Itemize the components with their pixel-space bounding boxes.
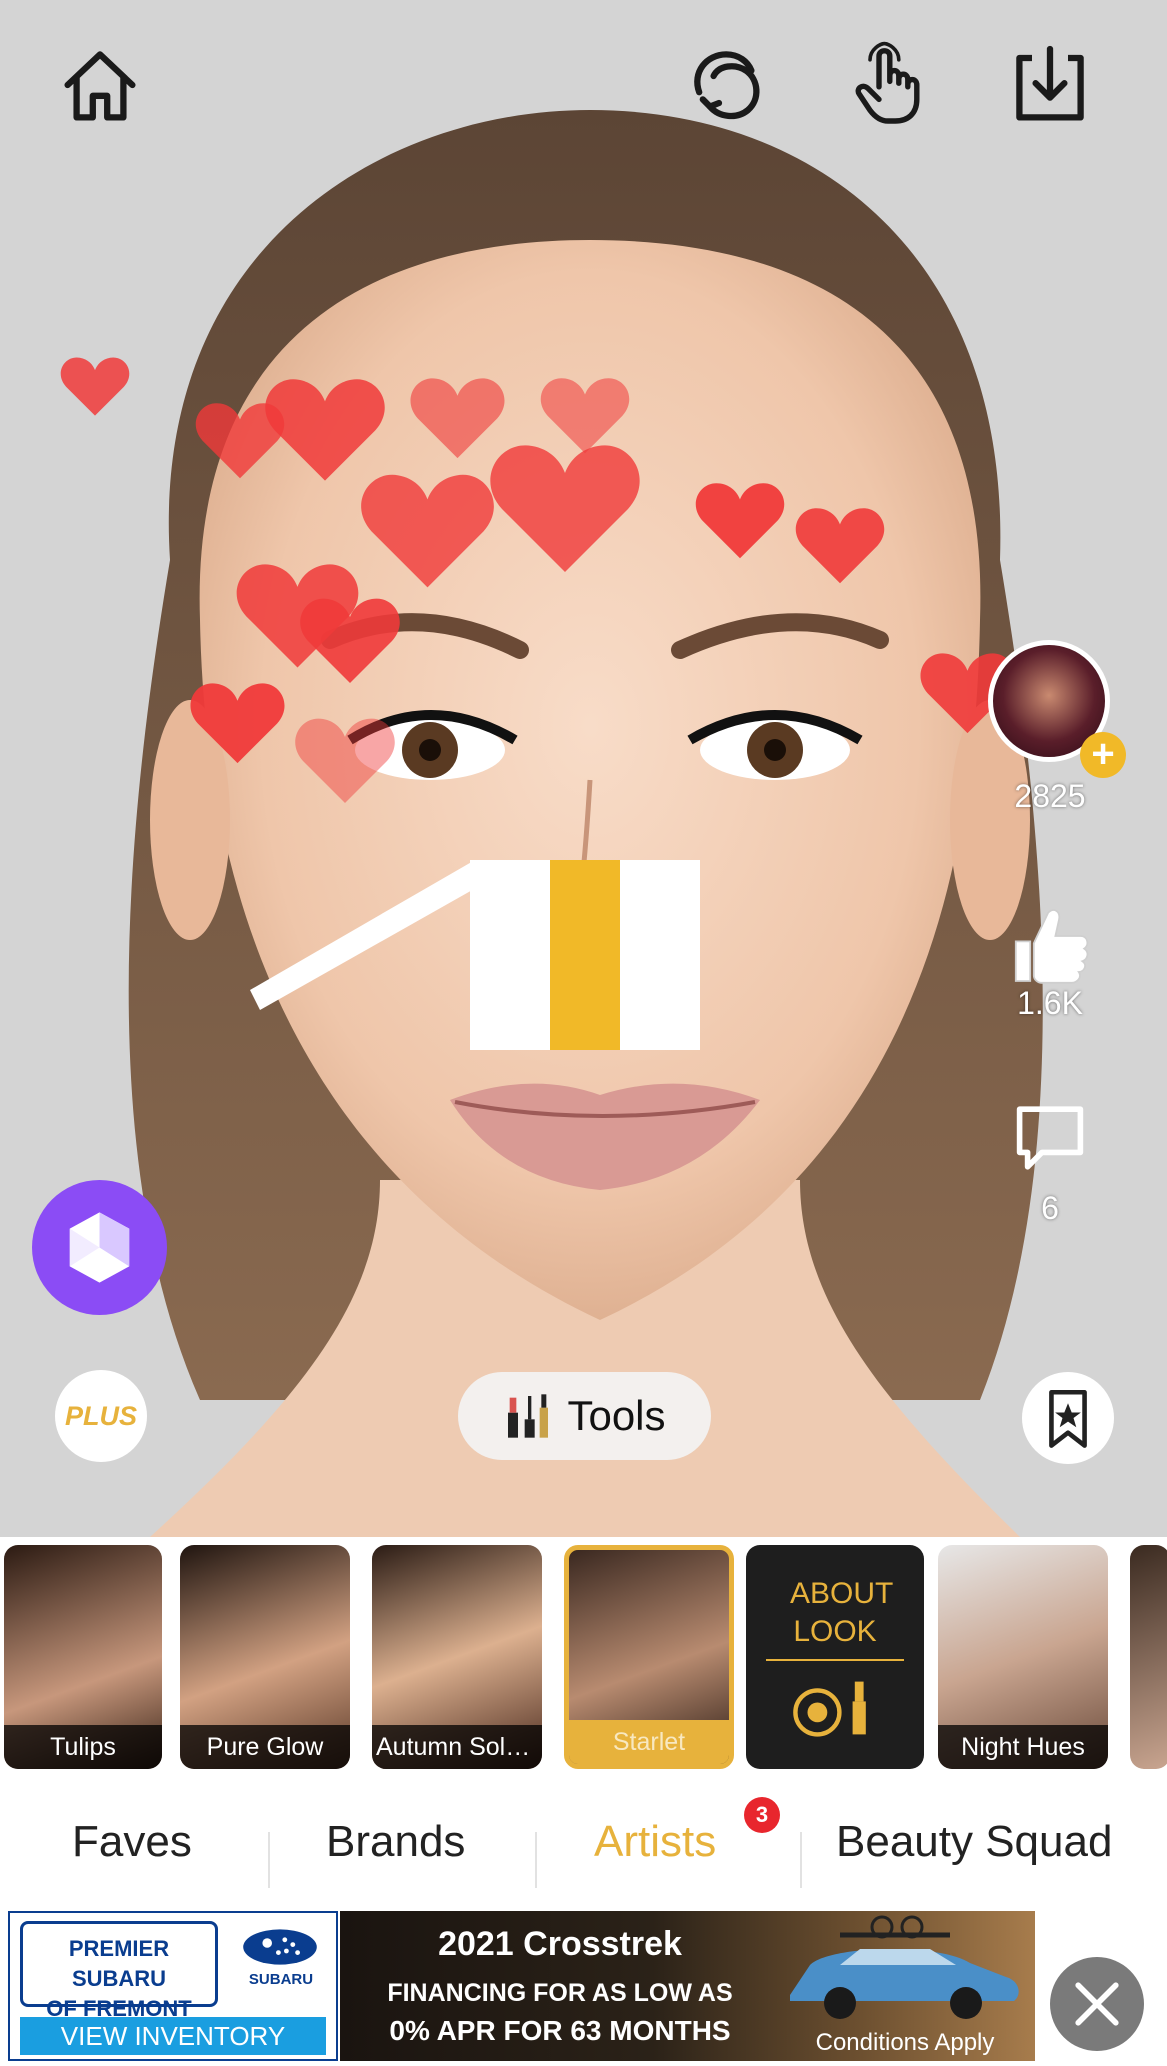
heart-icon xyxy=(360,470,495,590)
cosmetics-icon xyxy=(793,1681,866,1737)
look-item[interactable]: Night Hues xyxy=(938,1545,1108,1769)
close-ad-button[interactable] xyxy=(1050,1957,1144,2051)
like-count: 1.6K xyxy=(1017,985,1083,1021)
bookmark-button[interactable] xyxy=(1022,1372,1114,1464)
look-item[interactable]: Tulips xyxy=(4,1545,162,1769)
ad-offer-line2: 0% APR FOR 63 MONTHS xyxy=(389,2015,731,2046)
ad-offer-line1: FINANCING FOR AS LOW AS xyxy=(387,1979,733,2007)
look-label: Pure Glow xyxy=(180,1725,350,1769)
like-icon[interactable] xyxy=(1005,900,1095,990)
comment-count: 6 xyxy=(1041,1190,1059,1226)
touch-icon[interactable] xyxy=(843,40,933,130)
ad-creative: 2021 Crosstrek FINANCING FOR AS LOW AS 0… xyxy=(340,1911,1035,2061)
look-label: Starlet xyxy=(569,1720,729,1764)
tab-divider xyxy=(268,1832,270,1888)
dealer-panel: PREMIER SUBARU OF FREMONT SUBARU VIEW IN… xyxy=(8,1911,338,2061)
heart-icon xyxy=(265,375,385,483)
brand-name: SUBARU xyxy=(248,1971,314,1988)
look-item[interactable]: Autumn Solst... xyxy=(372,1545,542,1769)
look-label: Autumn Solst... xyxy=(372,1725,542,1769)
tab-divider xyxy=(535,1832,537,1888)
ad-disclaimer: Conditions Apply xyxy=(815,2029,995,2056)
follower-count: 2825 xyxy=(1014,778,1086,814)
camera-preview: + 2825 1.6K 6 PLUS Tools xyxy=(0,0,1167,1537)
tools-button[interactable]: Tools xyxy=(458,1372,711,1460)
ad-banner[interactable]: PREMIER SUBARU OF FREMONT SUBARU VIEW IN… xyxy=(0,1905,1167,2066)
comment-icon[interactable] xyxy=(1005,1098,1095,1178)
heart-icon xyxy=(60,355,130,417)
tab-faves[interactable]: Faves xyxy=(72,1817,192,1867)
makeup-tools-icon xyxy=(508,1394,549,1438)
subaru-logo-icon xyxy=(243,1929,317,1965)
tab-brands[interactable]: Brands xyxy=(326,1817,465,1867)
ad-headline: 2021 Crosstrek xyxy=(438,1925,682,1963)
follow-plus-icon[interactable]: + xyxy=(1080,732,1126,778)
car-image xyxy=(790,1915,1019,2019)
about-look-label: ABOUT LOOK xyxy=(766,1575,904,1661)
heart-icon xyxy=(190,680,285,765)
look-item-selected[interactable]: Starlet xyxy=(564,1545,734,1769)
heart-icon xyxy=(300,595,400,685)
about-look-card[interactable]: ABOUT LOOK xyxy=(746,1545,924,1769)
live-button[interactable] xyxy=(32,1180,167,1315)
artists-badge: 3 xyxy=(744,1797,780,1833)
look-label: Tulips xyxy=(4,1725,162,1769)
look-item[interactable] xyxy=(1130,1545,1167,1769)
face-photo xyxy=(128,110,1043,1537)
heart-icon xyxy=(695,480,785,560)
face-swap-icon[interactable] xyxy=(683,40,773,130)
bookmark-star-icon xyxy=(1049,1389,1087,1448)
look-item[interactable]: Pure Glow xyxy=(180,1545,350,1769)
looks-carousel[interactable]: Tulips Pure Glow Autumn Solst... Starlet… xyxy=(0,1537,1167,1777)
tab-beauty-squad[interactable]: Beauty Squad xyxy=(836,1817,1112,1867)
dealer-logo: PREMIER SUBARU OF FREMONT xyxy=(20,1921,218,2021)
heart-icon xyxy=(490,440,640,575)
home-icon[interactable] xyxy=(55,40,145,130)
download-icon[interactable] xyxy=(1005,40,1095,130)
heart-icon xyxy=(295,715,395,805)
close-icon xyxy=(1075,1982,1119,2026)
tab-divider xyxy=(800,1832,802,1888)
look-label: Night Hues xyxy=(938,1725,1108,1769)
view-inventory-button[interactable]: VIEW INVENTORY xyxy=(20,2017,326,2055)
tools-label: Tools xyxy=(567,1392,666,1439)
plus-badge[interactable]: PLUS xyxy=(55,1370,147,1462)
category-tabs: Faves Brands Artists 3 Beauty Squad xyxy=(0,1777,1167,1907)
dealer-name-line1: PREMIER SUBARU xyxy=(68,1936,170,1991)
tab-artists[interactable]: Artists xyxy=(594,1817,716,1867)
heart-icon xyxy=(795,505,885,585)
